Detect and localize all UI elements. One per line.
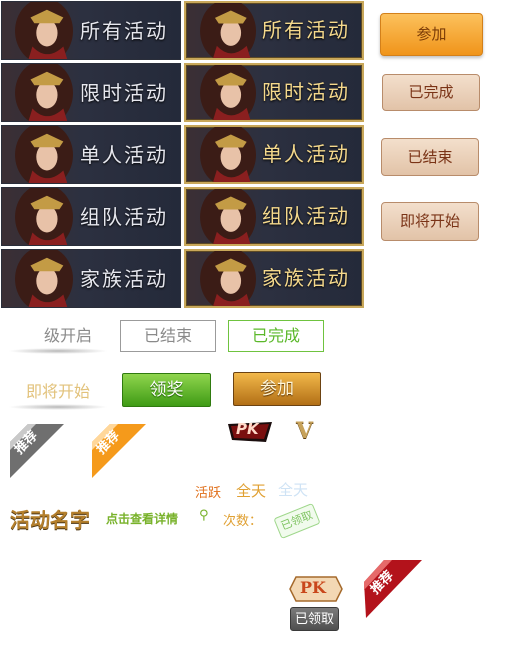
pk-tag-text: PK bbox=[300, 578, 326, 597]
heroine-portrait-icon bbox=[15, 2, 73, 59]
heroine-portrait-icon bbox=[200, 189, 256, 244]
tile-label: 单人活动 bbox=[80, 143, 168, 167]
upcoming-button[interactable]: 即将开始 bbox=[381, 202, 479, 241]
claim-reward-button[interactable]: 领奖 bbox=[122, 373, 211, 407]
tile-label: 所有活动 bbox=[262, 18, 350, 42]
tile-solo-activities[interactable]: 单人活动 bbox=[1, 125, 181, 184]
pk-badge-text: PK bbox=[236, 420, 259, 438]
heroine-portrait-icon bbox=[15, 126, 73, 183]
heroine-portrait-icon bbox=[15, 188, 73, 245]
claimed-button[interactable]: 已领取 bbox=[290, 607, 339, 631]
all-day-faint-label: 全天 bbox=[278, 481, 309, 499]
heroine-portrait-icon bbox=[200, 65, 256, 120]
heroine-portrait-icon bbox=[15, 250, 73, 307]
tile-label: 单人活动 bbox=[262, 142, 350, 166]
heroine-portrait-icon bbox=[200, 3, 256, 58]
heroine-portrait-icon bbox=[200, 127, 256, 182]
tile-label: 组队活动 bbox=[262, 204, 350, 228]
completed-box[interactable]: 已完成 bbox=[228, 320, 324, 352]
heroine-portrait-icon bbox=[200, 251, 256, 306]
ended-box[interactable]: 已结束 bbox=[120, 320, 216, 352]
tile-label: 组队活动 bbox=[80, 205, 168, 229]
tile-all-activities-selected[interactable]: 所有活动 bbox=[184, 1, 364, 60]
tile-limited-activities-selected[interactable]: 限时活动 bbox=[184, 63, 364, 122]
tile-solo-activities-selected[interactable]: 单人活动 bbox=[184, 125, 364, 184]
label-shadow bbox=[8, 348, 108, 354]
tile-label: 家族活动 bbox=[262, 266, 350, 290]
join-button[interactable]: 参加 bbox=[380, 13, 483, 56]
active-label: 活跃 bbox=[195, 486, 222, 501]
label-shadow bbox=[8, 404, 108, 410]
completed-button[interactable]: 已完成 bbox=[382, 74, 480, 111]
all-day-label: 全天 bbox=[236, 482, 267, 500]
claimed-stamp: 已领取 bbox=[273, 502, 321, 540]
vip-v-icon: V bbox=[296, 418, 314, 444]
upcoming-gold-label: 即将开始 bbox=[25, 382, 90, 401]
tile-label: 家族活动 bbox=[80, 267, 168, 291]
activity-name-title: 活动名字 bbox=[10, 508, 90, 532]
tile-team-activities-selected[interactable]: 组队活动 bbox=[184, 187, 364, 246]
magnifier-icon: ⚲ bbox=[199, 508, 209, 523]
tile-label: 限时活动 bbox=[80, 81, 168, 105]
tile-label: 所有活动 bbox=[80, 19, 168, 43]
tile-all-activities[interactable]: 所有活动 bbox=[1, 1, 181, 60]
tile-limited-activities[interactable]: 限时活动 bbox=[1, 63, 181, 122]
tile-label: 限时活动 bbox=[262, 80, 350, 104]
level-open-label: 级开启 bbox=[44, 326, 93, 345]
join-bronze-button[interactable]: 参加 bbox=[233, 372, 321, 406]
ended-button[interactable]: 已结束 bbox=[381, 138, 479, 176]
count-label: 次数： bbox=[223, 514, 263, 529]
heroine-portrait-icon bbox=[15, 64, 73, 121]
tile-clan-activities-selected[interactable]: 家族活动 bbox=[184, 249, 364, 308]
tile-team-activities[interactable]: 组队活动 bbox=[1, 187, 181, 246]
tile-clan-activities[interactable]: 家族活动 bbox=[1, 249, 181, 308]
view-details-link[interactable]: 点击查看详情 bbox=[106, 510, 178, 527]
